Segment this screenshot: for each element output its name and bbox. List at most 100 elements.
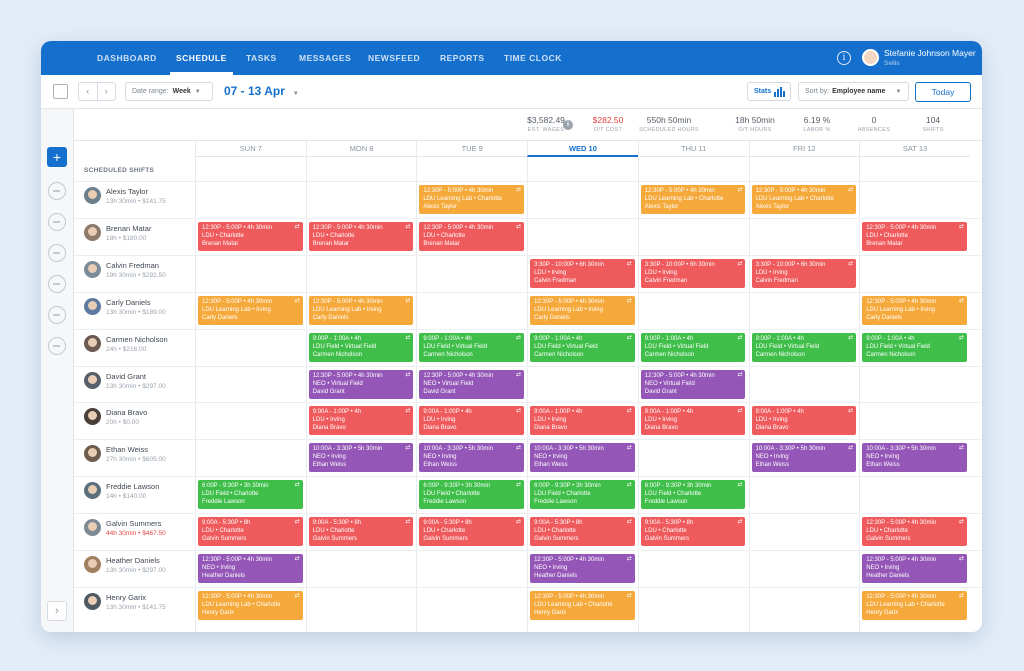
shift-block[interactable]: 12:30P - 5:00P • 4h 30min LDU • Charlotte… [198,221,303,251]
tab-dashboard[interactable]: DASHBOARD [97,41,157,75]
shift-block[interactable]: 12:30P - 5:00P • 4h 30min LDU • Charlotte… [308,221,414,251]
shift-block[interactable]: 9:00P - 1:00A • 4h LDU Field • Virtual Fi… [419,332,525,362]
shift-block[interactable]: 9:00A - 5:30P • 8h LDU • Charlotte Galvin … [640,517,746,547]
shift-block[interactable]: 9:00A - 1:00P • 4h LDU • Irving Diana Brav… [419,406,525,436]
avatar[interactable] [84,371,101,389]
shift-block[interactable]: 12:30P - 5:00P • 4h 30min NEO • Irving Hea… [530,554,635,583]
shift-block[interactable]: 9:00A - 1:00P • 4h LDU • Irving Diana Brav… [640,406,746,436]
day-header-sun-7[interactable]: SUN 7 [195,141,306,157]
day-header-fri-12[interactable]: FRI 12 [748,141,860,157]
day-header-wed-10[interactable]: WED 10 [527,141,638,157]
shift-block[interactable]: 3:30P - 10:00P • 6h 30min LDU • Irving Cal… [751,258,857,288]
tab-messages[interactable]: MESSAGES [299,41,351,75]
people-icon[interactable] [48,244,66,262]
avatar[interactable] [84,445,101,463]
user-avatar[interactable] [862,49,879,66]
shift-block[interactable]: 10:00A - 3:30P • 5h 30min NEO • Irving Eth… [862,443,967,473]
shift-block[interactable]: 12:30P - 5:00P • 4h 30min LDU Learning La… [751,185,857,214]
shift-block[interactable]: 9:00A - 5:30P • 8h LDU • Charlotte Galvin … [419,517,525,547]
day-header-sat-13[interactable]: SAT 13 [859,141,970,157]
user-name[interactable]: Stefanie Johnson Mayer [884,48,976,58]
add-shift-button[interactable]: + [47,147,67,167]
shift-block[interactable]: 9:00P - 1:00A • 4h LDU Field • Virtual Fi… [862,332,967,362]
shift-block[interactable]: 12:30P - 5:00P • 4h 30min LDU Learning La… [308,295,414,325]
shift-block[interactable]: 12:30P - 5:00P • 4h 30min LDU Learning La… [198,590,303,620]
avatar[interactable] [84,260,101,278]
today-button[interactable]: Today [915,82,971,102]
shift-block[interactable]: 12:30P - 5:00P • 4h 30min LDU Learning La… [419,185,525,214]
employee-name[interactable]: Brenan Matar [106,224,151,233]
shift-block[interactable]: 6:00P - 9:30P • 3h 30min LDU Field • Char… [419,480,525,510]
tab-newsfeed[interactable]: NEWSFEED [368,41,420,75]
tab-schedule[interactable]: SCHEDULE [170,41,233,75]
shift-block[interactable]: 9:00P - 1:00A • 4h LDU Field • Virtual Fi… [751,332,857,362]
date-range-select[interactable]: Date range: Week ▼ [125,82,213,101]
filter-icon[interactable] [48,337,66,355]
employee-name[interactable]: Carly Daniels [106,298,151,307]
shift-block[interactable]: 9:00P - 1:00A • 4h LDU Field • Virtual Fi… [530,332,635,362]
tag-icon[interactable] [48,275,66,293]
select-all-checkbox[interactable] [53,84,68,99]
sort-select[interactable]: Sort by: Employee name ▼ [798,82,909,101]
tab-reports[interactable]: REPORTS [440,41,485,75]
shift-block[interactable]: 12:30P - 5:00P • 4h 30min LDU Learning La… [198,295,303,325]
avatar[interactable] [84,187,101,204]
employee-name[interactable]: Ethan Weiss [106,445,148,454]
shift-block[interactable]: 12:30P - 5:00P • 4h 30min NEO • Irving Hea… [862,554,967,583]
shift-block[interactable]: 12:30P - 5:00P • 4h 30min LDU Learning La… [862,590,967,620]
avatar[interactable] [84,519,101,537]
avatar[interactable] [84,408,101,426]
next-week-button[interactable]: › [98,83,116,100]
prev-week-button[interactable]: ‹ [79,83,98,100]
shift-block[interactable]: 12:30P - 5:00P • 4h 30min LDU • Charlotte… [419,221,525,251]
shift-block[interactable]: 12:30P - 5:00P • 4h 30min NEO • Virtual F… [419,369,525,399]
employee-name[interactable]: Henry Garix [106,593,146,602]
avatar[interactable] [84,592,101,610]
shift-block[interactable]: 12:30P - 5:00P • 4h 30min LDU Learning La… [640,185,746,214]
shift-block[interactable]: 12:30P - 5:00P • 4h 30min NEO • Irving Hea… [198,554,303,583]
avatar[interactable] [84,482,101,500]
avatar[interactable] [84,556,101,573]
employee-name[interactable]: Freddie Lawson [106,482,159,491]
employee-name[interactable]: David Grant [106,372,146,381]
shift-block[interactable]: 10:00A - 3:30P • 5h 30min NEO • Irving Eth… [419,443,525,473]
shift-block[interactable]: 12:30P - 5:00P • 4h 30min LDU Learning La… [862,295,967,325]
employee-name[interactable]: Alexis Taylor [106,187,148,196]
shift-block[interactable]: 12:30P - 5:00P • 4h 30min NEO • Virtual F… [640,369,746,399]
day-header-mon-8[interactable]: MON 8 [305,141,417,157]
shift-block[interactable]: 9:00P - 1:00A • 4h LDU Field • Virtual Fi… [640,332,746,362]
shift-block[interactable]: 10:00A - 3:30P • 5h 30min NEO • Irving Eth… [530,443,635,473]
shift-block[interactable]: 9:00A - 5:30P • 8h LDU • Charlotte Galvin … [308,517,414,547]
shift-block[interactable]: 12:30P - 5:00P • 4h 30min LDU • Charlotte… [862,221,967,251]
shift-block[interactable]: 12:30P - 5:00P • 4h 30min LDU Learning La… [530,295,635,325]
avatar[interactable] [84,297,101,315]
shift-block[interactable]: 12:30P - 5:00P • 4h 30min LDU Learning La… [530,590,635,620]
avatar[interactable] [84,223,101,241]
employee-name[interactable]: Diana Bravo [106,408,147,417]
info-icon[interactable]: i [837,51,851,65]
shift-block[interactable]: 12:30P - 5:00P • 4h 30min LDU • Charlotte… [862,517,967,547]
employee-name[interactable]: Calvin Fredman [106,261,159,270]
employee-name[interactable]: Heather Daniels [106,556,160,565]
avatar[interactable] [84,334,101,352]
shift-block[interactable]: 10:00A - 3:30P • 5h 30min NEO • Irving Eth… [751,443,857,473]
tab-time-clock[interactable]: TIME CLOCK [504,41,562,75]
stats-button[interactable]: Stats [747,82,791,101]
employee-name[interactable]: Carmen Nicholson [106,335,168,344]
shift-block[interactable]: 6:00P - 9:30P • 3h 30min LDU Field • Char… [198,480,303,510]
day-header-thu-11[interactable]: THU 11 [637,141,749,157]
shift-block[interactable]: 6:00P - 9:30P • 3h 30min LDU Field • Char… [640,480,746,510]
week-title[interactable]: 07 - 13 Apr ▼ [224,84,299,98]
shift-block[interactable]: 10:00A - 3:30P • 5h 30min NEO • Irving Eth… [308,443,414,473]
shift-block[interactable]: 9:00A - 5:30P • 8h LDU • Charlotte Galvin … [530,517,635,547]
location-icon[interactable] [48,182,66,200]
shift-block[interactable]: 9:00A - 5:30P • 8h LDU • Charlotte Galvin … [198,517,303,547]
shift-block[interactable]: 3:30P - 10:00P • 6h 30min LDU • Irving Cal… [530,258,635,288]
day-header-tue-9[interactable]: TUE 9 [416,141,528,157]
shift-block[interactable]: 6:00P - 9:30P • 3h 30min LDU Field • Char… [530,480,635,510]
shift-block[interactable]: 9:00A - 1:00P • 4h LDU • Irving Diana Brav… [308,406,414,436]
list-icon[interactable] [48,213,66,231]
shift-block[interactable]: 12:30P - 5:00P • 4h 30min NEO • Virtual F… [308,369,414,399]
chevron-right-icon[interactable]: › [47,601,67,621]
shift-block[interactable]: 9:00P - 1:00A • 4h LDU Field • Virtual Fi… [308,332,414,362]
